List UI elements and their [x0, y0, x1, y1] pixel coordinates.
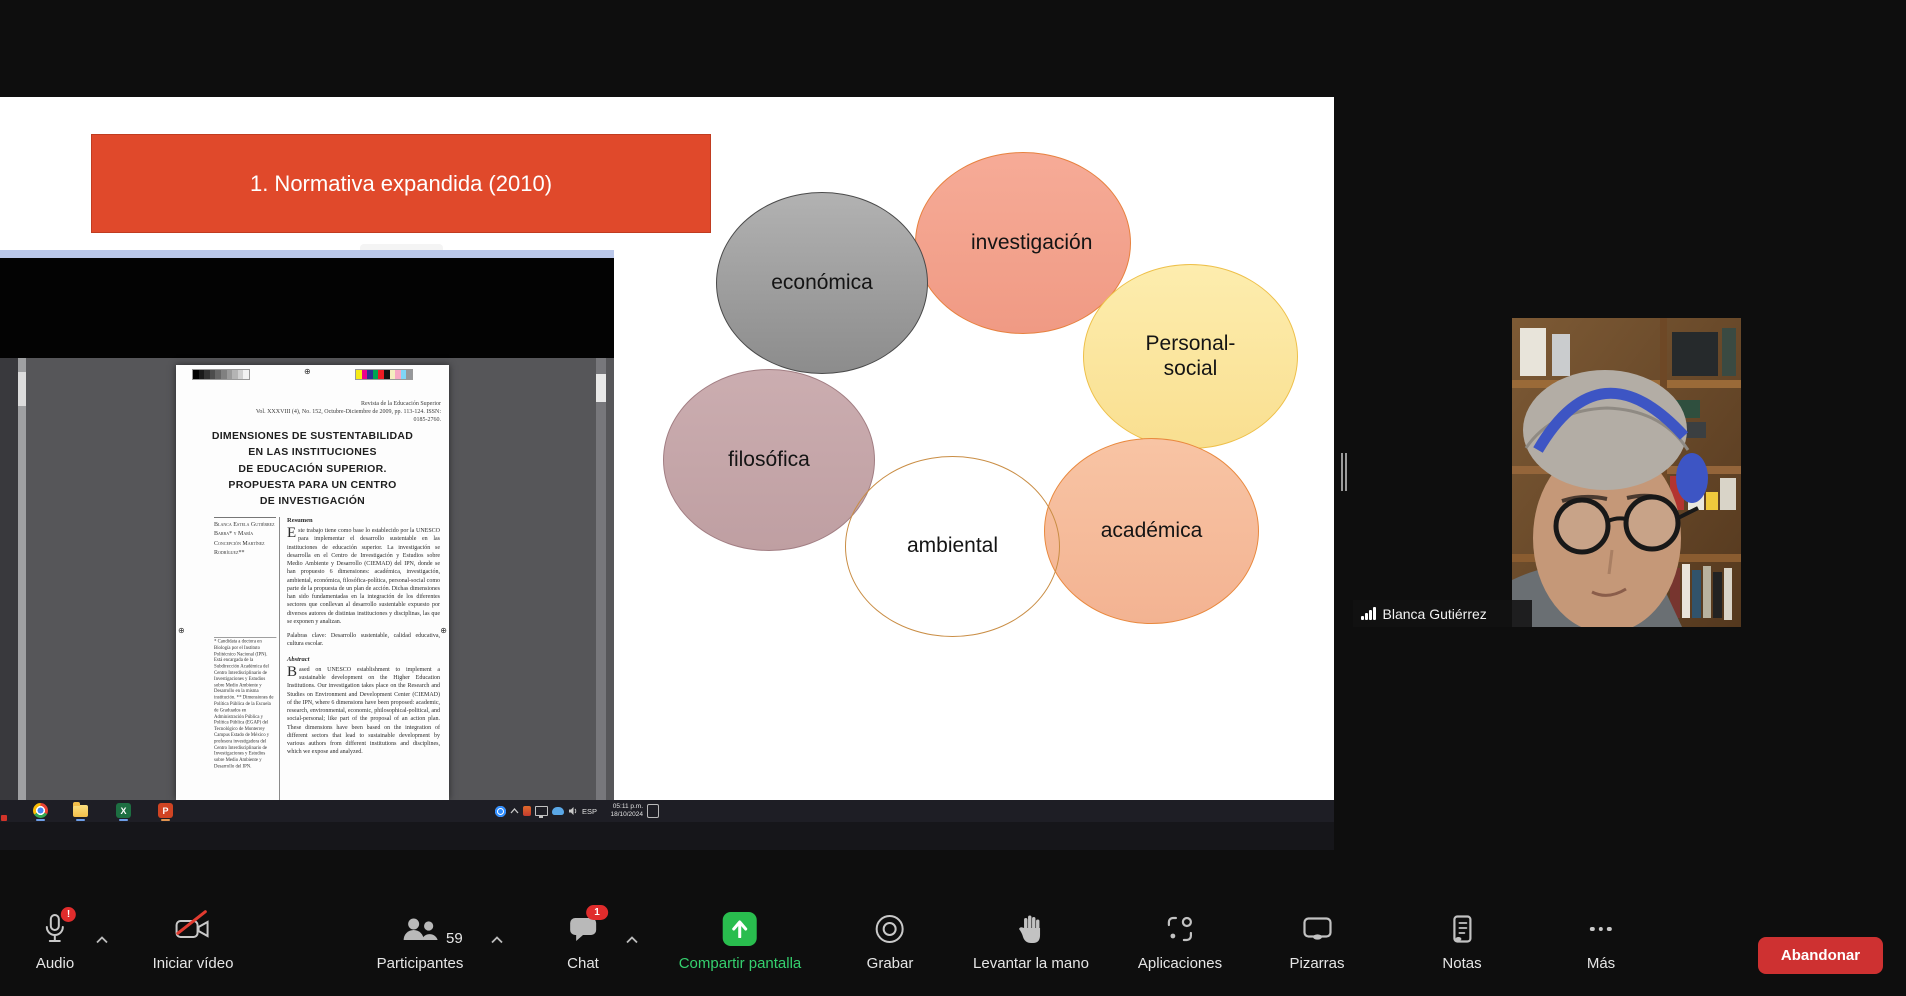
audio-button[interactable]: ! Audio [36, 912, 74, 972]
audio-options-caret[interactable] [95, 933, 109, 947]
start-video-button[interactable]: Iniciar vídeo [153, 912, 234, 972]
paper-authors: Blanca Estela Gutiérrez Barba* y María C… [214, 517, 276, 558]
chat-unread-badge: 1 [586, 905, 608, 920]
journal-header: Revista de la Educación Superior Vol. XX… [251, 401, 441, 424]
paper-footnote: * Candidata a doctora en Biología por el… [214, 637, 276, 770]
apps-button[interactable]: Aplicaciones [1138, 912, 1222, 972]
resumen-heading: Resumen [287, 517, 440, 524]
zoom-meeting-window: 1. Normativa expandida (2010) investigac… [0, 0, 1906, 996]
tray-app-icon [523, 806, 531, 816]
audio-warning-badge: ! [61, 907, 76, 922]
resumen-paragraph: Este trabajo tiene como base lo establec… [287, 527, 440, 626]
bubble-filosofica: filosófica [663, 369, 875, 551]
bubble-economica: económica [716, 192, 928, 374]
panel-resize-handle[interactable] [1341, 453, 1349, 491]
slide-title-text: 1. Normativa expandida (2010) [250, 171, 552, 197]
webcam-frame-art [1512, 318, 1741, 627]
chevron-up-icon [96, 936, 108, 944]
taskbar-indicator [76, 819, 85, 821]
taskbar-indicator-active [161, 819, 170, 821]
paper-page: ⊕ Revista de la Educación Superior Vol. … [176, 365, 449, 800]
apps-icon [1166, 915, 1194, 943]
participants-count: 59 [446, 930, 463, 947]
abstract-paragraph: Based on UNESCO establishment to impleme… [287, 666, 440, 757]
keyboard-language-indicator: ESP [582, 807, 597, 816]
participant-name-label: Blanca Gutiérrez [1353, 600, 1532, 627]
presentation-slide: 1. Normativa expandida (2010) investigac… [0, 97, 1334, 800]
more-icon [1590, 927, 1612, 932]
paper-abstract-column: Resumen Este trabajo tiene como base lo … [287, 517, 440, 757]
powerpoint-icon: P [158, 803, 173, 818]
bubble-personal-social: Personal-social [1083, 264, 1298, 449]
taskbar-indicator [36, 819, 45, 821]
paper-title: DIMENSIONES DE SUSTENTABILIDAD EN LAS IN… [176, 428, 449, 509]
notification-center-icon [647, 804, 659, 818]
shared-desktop-taskbar: X P ESP 05:11 p.m. 18/10/2024 [0, 800, 1334, 822]
color-calibration-bar [355, 369, 413, 380]
leave-meeting-button[interactable]: Abandonar [1758, 937, 1883, 974]
up-arrow-icon [732, 920, 748, 938]
pdf-window-edge [0, 358, 18, 800]
paper-keywords: Palabras clave: Desarrollo sustentable, … [287, 632, 440, 649]
pdf-right-scrollbar [596, 358, 606, 800]
registration-mark-right: ⊕ [440, 627, 447, 635]
tray-chevron-icon [510, 808, 519, 814]
participants-options-caret[interactable] [490, 933, 504, 947]
taskbar-corner-icon [1, 815, 7, 821]
notes-icon [1451, 915, 1473, 943]
excel-icon: X [116, 803, 131, 818]
pdf-left-scrollbar [18, 358, 26, 800]
notes-button[interactable]: Notas [1442, 912, 1481, 972]
chrome-icon [33, 803, 48, 818]
whiteboards-button[interactable]: Pizarras [1289, 912, 1344, 972]
bubble-ambiental: ambiental [845, 456, 1060, 637]
speaker-icon [568, 806, 578, 816]
pdf-left-scrollbar-thumb [18, 372, 26, 406]
bubble-academica: académica [1044, 438, 1259, 624]
taskbar-indicator [119, 819, 128, 821]
participant-video[interactable] [1512, 318, 1741, 627]
abstract-heading: Abstract [287, 656, 440, 663]
share-screen-button[interactable]: Compartir pantalla [679, 912, 802, 972]
registration-mark-left: ⊕ [178, 627, 185, 635]
pdf-right-scrollbar-thumb [596, 374, 606, 402]
chevron-up-icon [626, 936, 638, 944]
column-divider [279, 517, 280, 800]
participants-icon [401, 916, 439, 942]
chat-button[interactable]: 1 Chat [567, 912, 599, 972]
participant-name: Blanca Gutiérrez [1383, 606, 1487, 622]
taskbar-clock: 05:11 p.m. 18/10/2024 [601, 803, 643, 819]
chevron-up-icon [491, 936, 503, 944]
system-tray: ESP 05:11 p.m. 18/10/2024 [495, 802, 659, 820]
chat-options-caret[interactable] [625, 933, 639, 947]
file-explorer-icon [73, 805, 88, 817]
audio-level-icon [1361, 607, 1376, 620]
slide-title-banner: 1. Normativa expandida (2010) [91, 134, 711, 233]
raise-hand-button[interactable]: Levantar la mano [973, 912, 1089, 972]
more-button[interactable]: Más [1587, 912, 1615, 972]
grayscale-calibration-bar [192, 369, 250, 380]
whiteboard-icon [1302, 917, 1332, 941]
shared-screen-content: 1. Normativa expandida (2010) investigac… [0, 97, 1334, 850]
record-icon [876, 915, 904, 943]
tray-zoom-icon [495, 806, 506, 817]
pdf-viewer-window: ⊕ Revista de la Educación Superior Vol. … [0, 358, 614, 800]
embedded-window-top-border [0, 250, 614, 258]
embedded-black-window [0, 258, 614, 358]
registration-mark-top: ⊕ [304, 368, 311, 376]
record-button[interactable]: Grabar [867, 912, 914, 972]
tray-display-icon [535, 806, 548, 816]
onedrive-icon [552, 807, 564, 815]
share-letterbox [0, 822, 1334, 850]
share-screen-icon [723, 912, 757, 946]
raise-hand-icon [1018, 914, 1044, 944]
